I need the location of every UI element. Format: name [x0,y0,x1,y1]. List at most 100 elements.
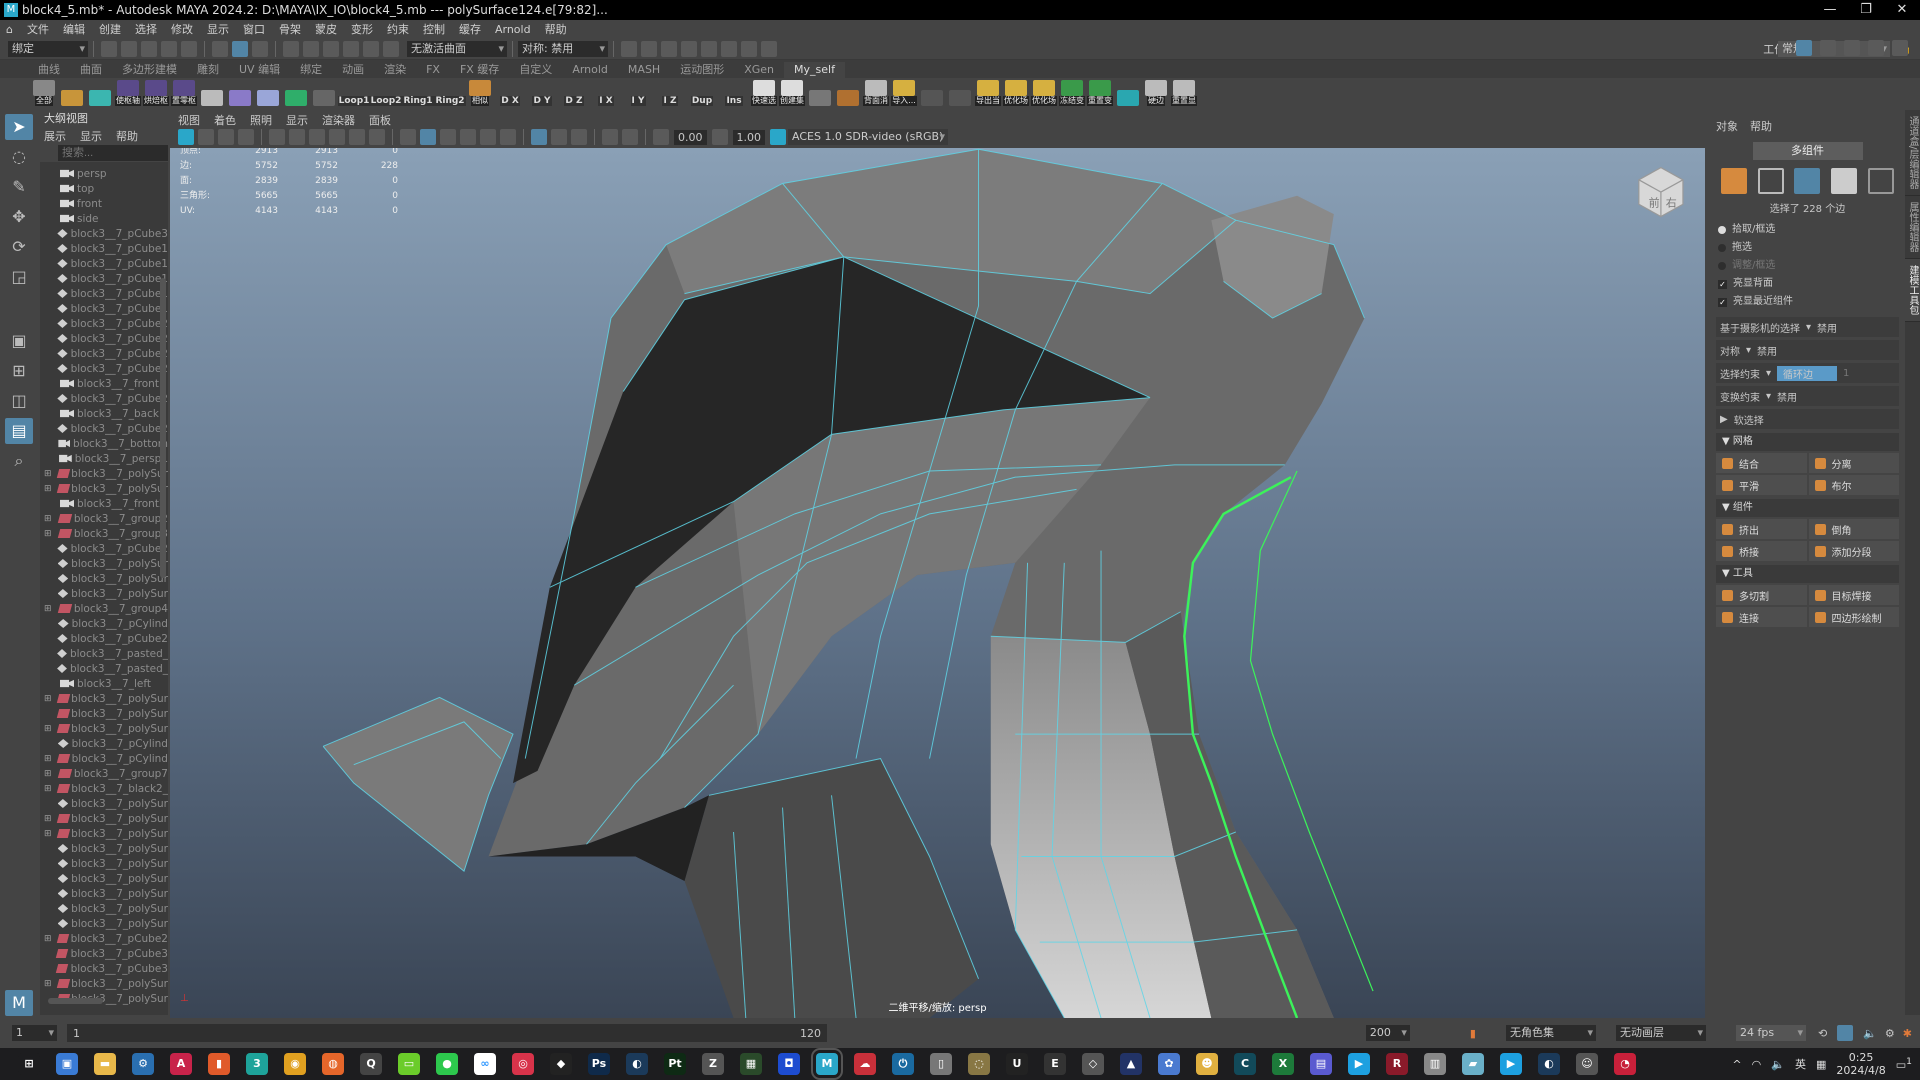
toolkit-section-header[interactable]: ▼ 网格 [1716,433,1899,451]
camera-based-selection-dropdown[interactable]: 基于摄影机的选择 ▾ 禁用 [1716,317,1899,337]
start-icon[interactable]: ⊞ [18,1053,40,1075]
select-hierarchy-icon[interactable] [212,40,228,57]
anim-layer-dropdown[interactable]: 无动画层 [1615,1025,1706,1041]
soft-select-section[interactable]: ▶ 软选择 [1716,409,1899,429]
shelf-button[interactable]: Ring2 [434,80,466,106]
qq-icon[interactable]: ◆ [550,1053,572,1075]
outliner-item[interactable]: block3__7_bottom [40,436,168,451]
clock[interactable]: 0:25 2024/4/8 [1836,1051,1885,1077]
symmetry-setting-dropdown[interactable]: 对称 ▾ 禁用 [1716,340,1899,360]
paint-select-tool-icon[interactable]: ✎ [5,174,33,200]
photoshop-icon[interactable]: Ps [588,1053,610,1075]
expand-icon[interactable]: ⊞ [44,769,53,779]
network-icon[interactable]: ◠ [1752,1058,1762,1071]
select-object-icon[interactable] [232,40,248,57]
outliner-horizontal-scrollbar[interactable] [48,998,103,1004]
shelf-button[interactable]: I X [592,80,620,106]
ipr-render-icon[interactable] [661,40,677,57]
outliner-item[interactable]: block3__7_pCube2 [40,541,168,556]
shelf-button[interactable]: 相似 [468,80,492,106]
outliner-item[interactable]: block3__7_pCube1 [40,301,168,316]
outliner-item[interactable]: ⊞ block3__7_group2 [40,511,168,526]
volume-icon[interactable]: 🔈 [1771,1058,1785,1071]
resolution-gate-icon[interactable] [309,129,325,145]
color-space-dropdown[interactable]: ACES 1.0 SDR-video (sRGB) [788,129,948,145]
menu-item[interactable]: 显示 [207,21,229,37]
tool-settings-toggle-icon[interactable] [1868,40,1884,56]
recorder-icon[interactable]: ◔ [1614,1053,1636,1075]
light-editor-icon[interactable] [741,40,757,57]
menu-item[interactable]: 变形 [351,21,373,37]
q-app-icon[interactable]: Q [360,1053,382,1075]
outliner-item[interactable]: ⊞ block3__7_polySur [40,811,168,826]
new-scene-icon[interactable] [101,40,117,57]
r-app-icon[interactable]: R [1386,1053,1408,1075]
menu-item[interactable]: 缓存 [459,21,481,37]
toolkit-section-header[interactable]: ▼ 工具 [1716,565,1899,583]
film-gate-icon[interactable] [289,129,305,145]
anim-prefs-icon[interactable]: ⚙ [1885,1027,1895,1040]
outliner-item[interactable]: block3__7_polySur [40,586,168,601]
outliner-item[interactable]: block3__7_pCube1 [40,271,168,286]
shelf-button[interactable]: D X [496,80,524,106]
shelf-button[interactable]: 优化场 [1003,80,1029,106]
zoom-icon[interactable]: ⌕ [5,448,33,474]
toolkit-button[interactable]: 桥接 [1716,541,1807,561]
outliner-item[interactable]: front [40,196,168,211]
live-surface-dropdown[interactable]: 无激活曲面 [407,40,507,57]
render-frame-icon[interactable] [641,40,657,57]
chrome-icon[interactable]: ◉ [284,1053,306,1075]
color-management-icon[interactable] [770,129,786,145]
outliner-layout-icon[interactable]: ▤ [5,418,33,444]
shelf-button[interactable]: 导入... [891,80,917,106]
expand-icon[interactable]: ⊞ [44,724,52,734]
glass-app-icon[interactable]: ▰ [1462,1053,1484,1075]
shelf-tab[interactable]: UV 编辑 [229,62,290,78]
expand-icon[interactable]: ⊞ [44,694,52,704]
viewport-menu-item[interactable]: 着色 [214,112,236,128]
menu-item[interactable]: 控制 [423,21,445,37]
camera-attributes-icon[interactable] [198,129,214,145]
outliner-item[interactable]: block3__7_pCube3 [40,946,168,961]
outliner-item[interactable]: top [40,181,168,196]
face-mode-icon[interactable] [1831,168,1858,194]
epic-games-icon[interactable]: E [1044,1053,1066,1075]
side-tab[interactable]: 通道盒/层编辑器 [1905,110,1920,197]
3ds-max-icon[interactable]: 3 [246,1053,268,1075]
box-app-icon[interactable]: ▥ [1424,1053,1446,1075]
menu-item[interactable]: 骨架 [279,21,301,37]
outliner-item[interactable]: block3__7_pasted_ [40,646,168,661]
autocad-icon[interactable]: A [170,1053,192,1075]
scale-tool-icon[interactable]: ◲ [5,264,33,290]
firefox-icon[interactable]: ◍ [322,1053,344,1075]
shelf-button[interactable]: I Z [656,80,684,106]
shelf-button[interactable] [1116,80,1140,106]
side-tab[interactable]: 建模工具包 [1905,259,1920,323]
outliner-item[interactable]: persp [40,166,168,181]
expand-icon[interactable]: ⊞ [44,529,53,539]
select-tool-icon[interactable]: ➤ [5,114,33,140]
menu-item[interactable]: 窗口 [243,21,265,37]
toolkit-button[interactable]: 布尔 [1808,475,1899,495]
isolate-select-icon[interactable] [602,129,618,145]
undo-icon[interactable] [161,40,177,57]
object-mode-icon[interactable] [1721,168,1748,194]
baidu-netdisk-icon[interactable]: ∞ [474,1053,496,1075]
shelf-button[interactable]: 全部 [32,80,56,106]
snap-grid-icon[interactable] [283,40,299,57]
toolkit-button[interactable]: 目标焊接 [1808,585,1899,605]
toolkit-button[interactable]: 挤出 [1716,519,1807,539]
unity-icon[interactable]: ◇ [1082,1053,1104,1075]
outliner-item[interactable]: ⊞ block3__7_polySur [40,826,168,841]
toolkit-button[interactable]: 分离 [1808,453,1899,473]
shelf-button[interactable] [228,80,252,106]
outliner-item[interactable]: block3__7_pCube2 [40,631,168,646]
shelf-button[interactable] [920,80,944,106]
outliner-menu-item[interactable]: 展示 [44,128,66,144]
render-setup-icon[interactable] [721,40,737,57]
keyboard-icon[interactable]: ▦ [1816,1058,1826,1071]
colored-app-icon[interactable]: ▮ [208,1053,230,1075]
modeling-toolkit-toggle-icon[interactable] [1796,40,1812,56]
toolkit-checkbox[interactable]: ✓ 亮显最近组件 [1710,293,1905,311]
character-icon[interactable]: ✱ [1903,1027,1912,1040]
